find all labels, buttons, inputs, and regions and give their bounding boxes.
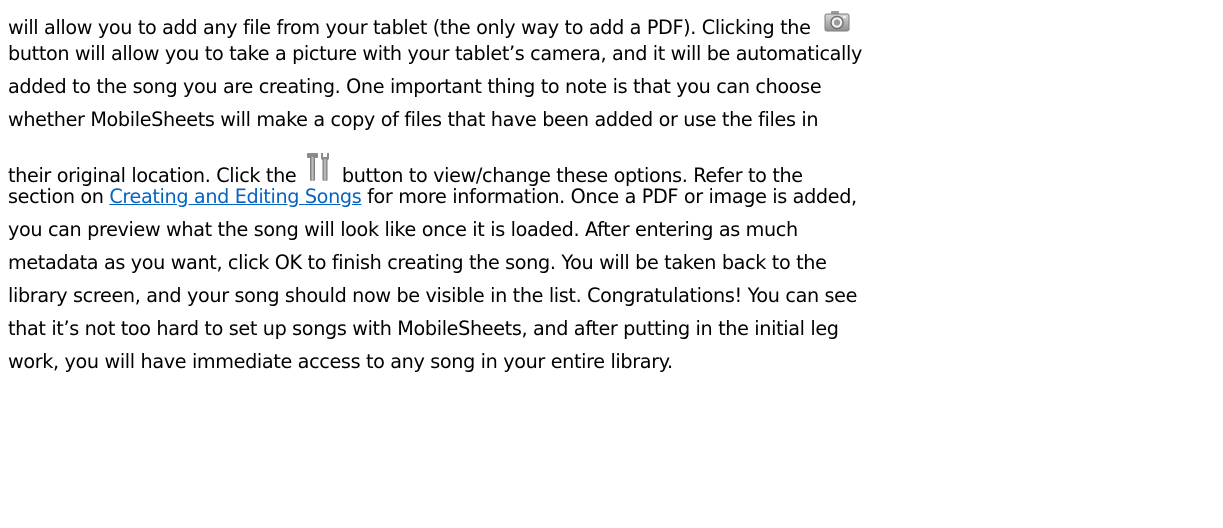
paragraph-line: metadata as you want, click OK to finish… [8, 251, 827, 275]
text-segment: that it’s not too hard to set up songs w… [8, 317, 839, 340]
paragraph-line: work, you will have immediate access to … [8, 350, 673, 374]
text-segment: whether MobileSheets will make a copy of… [8, 108, 819, 131]
text-segment: button to view/change these options. Ref… [341, 164, 803, 187]
document-page: will allow you to add any file from your… [0, 0, 1223, 528]
text-segment: for more information. Once a PDF or imag… [361, 185, 857, 208]
camera-icon [824, 10, 850, 38]
paragraph-line: that it’s not too hard to set up songs w… [8, 317, 839, 341]
text-segment: section on [8, 185, 104, 208]
creating-editing-songs-link[interactable]: Creating and Editing Songs [109, 185, 361, 208]
paragraph-line: you can preview what the song will look … [8, 218, 798, 242]
paragraph-line: will allow you to add any file from your… [8, 10, 850, 40]
text-segment: work, you will have immediate access to … [8, 350, 673, 373]
paragraph-line: whether MobileSheets will make a copy of… [8, 108, 818, 132]
paragraph-line: added to the song you are creating. One … [8, 75, 822, 99]
text-segment: you can preview what the song will look … [8, 218, 798, 241]
text-segment: added to the song you are creating. One … [8, 75, 822, 98]
text-segment: button will allow you to take a picture … [8, 42, 863, 65]
text-segment: metadata as you want, click OK to finish… [8, 251, 827, 274]
text-segment: library screen, and your song should now… [8, 284, 858, 307]
paragraph-line: library screen, and your song should now… [8, 284, 857, 308]
tools-icon [306, 152, 332, 188]
paragraph-line: their original location. Click the butto… [8, 152, 803, 188]
paragraph-line: button will allow you to take a picture … [8, 42, 862, 66]
text-segment: their original location. Click the [8, 164, 297, 187]
text-segment: will allow you to add any file from your… [8, 16, 811, 39]
paragraph-line: section on Creating and Editing Songs fo… [8, 185, 857, 209]
